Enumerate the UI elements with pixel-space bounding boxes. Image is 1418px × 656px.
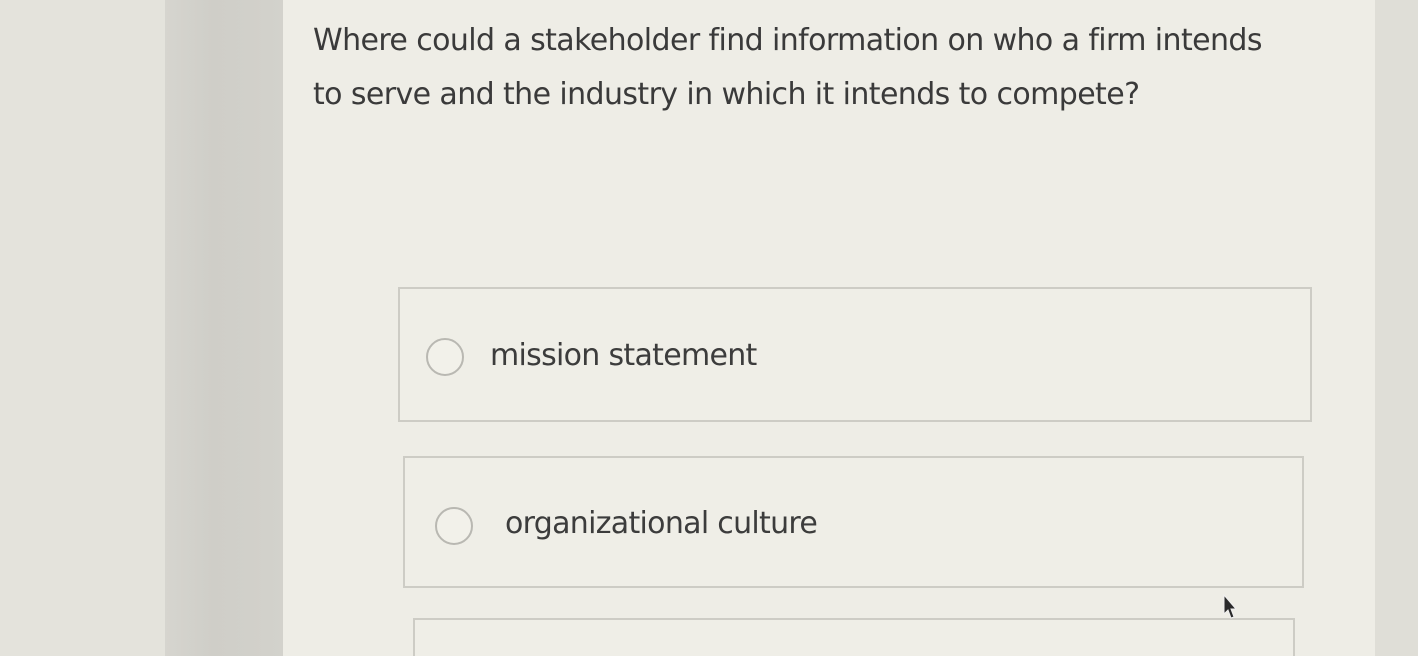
left-gutter-bar [165,0,285,656]
left-margin [0,0,170,656]
mouse-pointer-icon [1223,594,1238,619]
quiz-screen: Where could a stakeholder find informati… [0,0,1418,656]
option-label: organizational culture [505,506,818,541]
radio-button-unchecked-icon[interactable] [435,507,473,545]
answer-option-partial[interactable] [413,618,1295,656]
question-text: Where could a stakeholder find informati… [313,23,1262,112]
radio-button-unchecked-icon[interactable] [426,338,464,376]
option-label: mission statement [490,338,757,373]
right-margin [1375,0,1418,656]
answer-option-organizational-culture[interactable]: organizational culture [403,456,1304,588]
answer-option-mission-statement[interactable]: mission statement [398,287,1312,422]
